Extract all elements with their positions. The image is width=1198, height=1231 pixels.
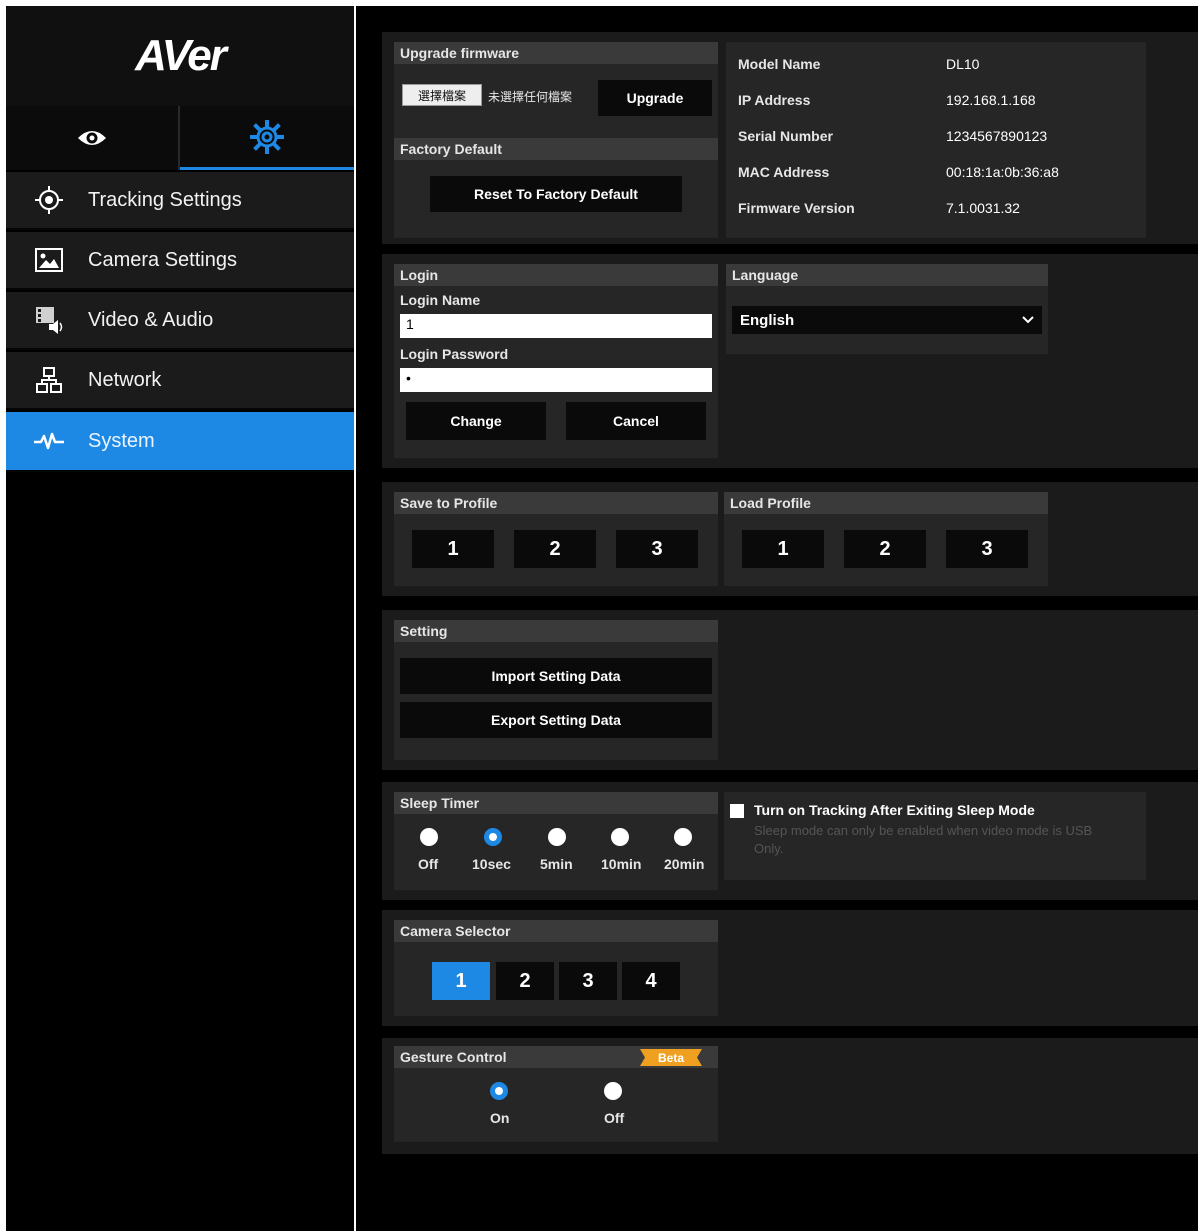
- factory-default-header: Factory Default: [394, 138, 718, 160]
- sleep-20min-radio[interactable]: [674, 828, 692, 846]
- language-select[interactable]: English: [732, 306, 1042, 334]
- sidebar-item-label: Network: [88, 368, 162, 391]
- camera-4-button[interactable]: 4: [622, 962, 680, 1000]
- sidebar: AVer Tracking Settings Camera Settings V…: [6, 6, 354, 1231]
- ip-address-label: IP Address: [738, 92, 811, 108]
- sleep-off-radio[interactable]: [420, 828, 438, 846]
- no-file-text: 未選擇任何檔案: [488, 90, 573, 104]
- mac-address-value: 00:18:1a:0b:36:a8: [946, 164, 1059, 180]
- camera-3-button[interactable]: 3: [559, 962, 617, 1000]
- device-info-panel: Model Name DL10 IP Address 192.168.1.168…: [726, 42, 1146, 238]
- load-profile-panel: Load Profile 1 2 3: [724, 492, 1048, 586]
- sidebar-item-tracking-settings[interactable]: Tracking Settings: [6, 172, 354, 230]
- serial-number-label: Serial Number: [738, 128, 833, 144]
- tracking-after-sleep-checkbox[interactable]: [730, 804, 744, 818]
- chevron-down-icon: [1022, 316, 1034, 324]
- gesture-on-label: On: [490, 1110, 510, 1126]
- sleep-timer-panel: Sleep Timer Off 10sec 5min 10min 20min: [394, 792, 718, 890]
- sidebar-item-label: System: [88, 429, 155, 452]
- network-icon: [28, 364, 70, 396]
- setting-panel: Setting Import Setting Data Export Setti…: [394, 620, 718, 760]
- firmware-version-value: 7.1.0031.32: [946, 200, 1020, 216]
- image-icon: [28, 244, 70, 276]
- sleep-mode-note: Sleep mode can only be enabled when vide…: [754, 823, 1093, 856]
- crosshair-icon: [28, 184, 70, 216]
- load-profile-1-button[interactable]: 1: [742, 530, 824, 568]
- eye-icon: [78, 131, 106, 145]
- choose-file-button[interactable]: 選擇檔案: [402, 84, 482, 106]
- camera-1-button[interactable]: 1: [432, 962, 490, 1000]
- login-name-label: Login Name: [400, 292, 481, 308]
- save-profile-header: Save to Profile: [394, 492, 718, 514]
- language-selected-value: English: [740, 311, 795, 329]
- sleep-5min-radio[interactable]: [548, 828, 566, 846]
- cancel-button[interactable]: Cancel: [566, 402, 706, 440]
- tracking-after-sleep-label: Turn on Tracking After Exiting Sleep Mod…: [754, 802, 1035, 818]
- camera-selector-panel: Camera Selector 1 2 3 4: [394, 920, 718, 1016]
- sidebar-item-label: Video & Audio: [88, 308, 214, 331]
- sleep-off-label: Off: [418, 856, 439, 872]
- model-name-value: DL10: [946, 56, 980, 72]
- sleep-10min-label: 10min: [601, 856, 642, 872]
- pulse-icon: [28, 425, 70, 457]
- sidebar-item-label: Tracking Settings: [88, 188, 242, 211]
- gesture-on-radio[interactable]: [490, 1082, 508, 1100]
- language-panel: Language English: [726, 264, 1048, 354]
- choose-file-label: 選擇檔案: [417, 88, 466, 103]
- export-setting-data-button[interactable]: Export Setting Data: [400, 702, 712, 738]
- aver-logo: AVer: [6, 6, 354, 106]
- camera-2-button[interactable]: 2: [496, 962, 554, 1000]
- sleep-timer-header: Sleep Timer: [394, 792, 718, 814]
- sleep-10sec-radio[interactable]: [484, 828, 502, 846]
- load-profile-2-button[interactable]: 2: [844, 530, 926, 568]
- sidebar-item-label: Camera Settings: [88, 248, 237, 271]
- sleep-20min-label: 20min: [664, 856, 705, 872]
- logo-text: AVer: [135, 31, 227, 80]
- save-profile-3-button[interactable]: 3: [616, 530, 698, 568]
- main-content: Upgrade firmware 選擇檔案 未選擇任何檔案 Upgrade Fa…: [356, 6, 1198, 1231]
- mode-tabs: [6, 106, 354, 170]
- video-audio-icon: [28, 304, 70, 336]
- import-setting-data-button[interactable]: Import Setting Data: [400, 658, 712, 694]
- model-name-label: Model Name: [738, 56, 821, 72]
- beta-badge-label: Beta: [657, 1050, 684, 1065]
- beta-badge: Beta: [640, 1049, 702, 1066]
- login-header: Login: [394, 264, 718, 286]
- login-name-input[interactable]: 1: [400, 314, 712, 338]
- firmware-version-label: Firmware Version: [738, 200, 855, 216]
- sidebar-item-camera-settings[interactable]: Camera Settings: [6, 232, 354, 290]
- firmware-header: Upgrade firmware: [394, 42, 718, 64]
- sleep-5min-label: 5min: [540, 856, 573, 872]
- load-profile-3-button[interactable]: 3: [946, 530, 1028, 568]
- sidebar-item-video-audio[interactable]: Video & Audio: [6, 292, 354, 350]
- mac-address-label: MAC Address: [738, 164, 830, 180]
- tracking-after-sleep-panel: Turn on Tracking After Exiting Sleep Mod…: [724, 792, 1146, 880]
- language-header: Language: [726, 264, 1048, 286]
- firmware-panel: Upgrade firmware 選擇檔案 未選擇任何檔案 Upgrade Fa…: [394, 42, 718, 238]
- login-panel: Login Login Name 1 Login Password • Chan…: [394, 264, 718, 458]
- load-profile-header: Load Profile: [724, 492, 1048, 514]
- gesture-off-radio[interactable]: [604, 1082, 622, 1100]
- sidebar-item-system[interactable]: System: [6, 412, 354, 472]
- sleep-10sec-label: 10sec: [472, 856, 511, 872]
- ip-address-value: 192.168.1.168: [946, 92, 1036, 108]
- gear-icon: [250, 119, 284, 154]
- save-profile-panel: Save to Profile 1 2 3: [394, 492, 718, 586]
- upgrade-button[interactable]: Upgrade: [598, 80, 712, 116]
- tab-live-view[interactable]: [6, 106, 180, 170]
- tab-settings[interactable]: [180, 106, 354, 170]
- login-password-label: Login Password: [400, 346, 509, 362]
- sleep-10min-radio[interactable]: [611, 828, 629, 846]
- save-profile-2-button[interactable]: 2: [514, 530, 596, 568]
- camera-selector-header: Camera Selector: [394, 920, 718, 942]
- login-password-input[interactable]: •: [400, 368, 712, 392]
- gesture-control-panel: Gesture Control Beta On Off: [394, 1046, 718, 1142]
- reset-factory-default-button[interactable]: Reset To Factory Default: [430, 176, 682, 212]
- save-profile-1-button[interactable]: 1: [412, 530, 494, 568]
- gesture-off-label: Off: [604, 1110, 625, 1126]
- setting-header: Setting: [394, 620, 718, 642]
- change-button[interactable]: Change: [406, 402, 546, 440]
- serial-number-value: 1234567890123: [946, 128, 1048, 144]
- sidebar-item-network[interactable]: Network: [6, 352, 354, 410]
